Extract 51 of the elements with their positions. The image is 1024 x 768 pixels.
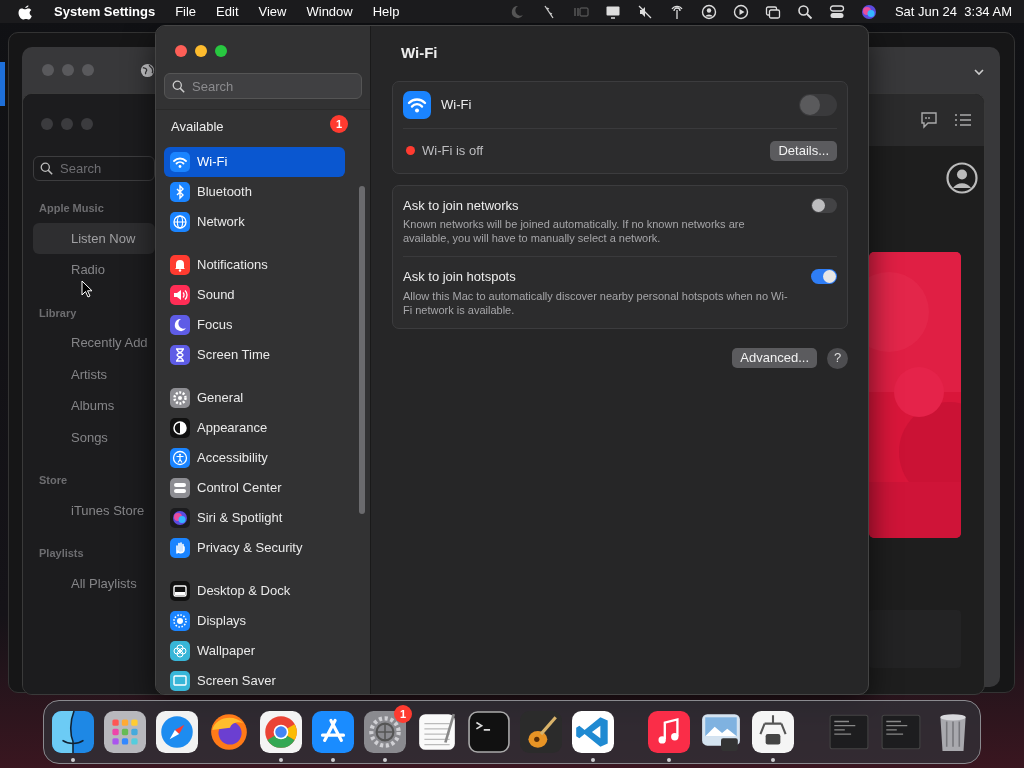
sidebar-item[interactable]: Radio [33, 254, 155, 286]
advanced-button[interactable]: Advanced... [732, 348, 817, 368]
menu-item[interactable]: File [165, 1, 207, 22]
app-menu[interactable]: System Settings [44, 1, 166, 22]
help-button[interactable]: ? [827, 347, 848, 369]
section-heading: Store [38, 473, 68, 488]
sidebar-item[interactable]: Focus [164, 310, 345, 340]
search-field[interactable]: Search [164, 73, 362, 99]
sidebar-item[interactable]: Wallpaper [164, 636, 345, 666]
update-notice[interactable]: Available [171, 117, 224, 137]
sidebar-item[interactable]: Privacy & Security [164, 533, 345, 563]
pane-title: Wi-Fi [401, 43, 439, 63]
sidebar-item[interactable]: Artists [33, 358, 155, 390]
sidebar-item[interactable]: Network [164, 207, 345, 237]
menu-item[interactable]: Edit [206, 1, 249, 22]
option-description: Allow this Mac to automatically discover nearby personal hotspots when no Wi-Fi network is available. [403, 288, 789, 317]
sidebar-item[interactable]: Control Center [164, 473, 345, 503]
menu-item[interactable]: View [248, 1, 297, 22]
sidebar-item[interactable]: All Playlists [33, 567, 155, 599]
sidebar-item[interactable]: Siri & Spotlight [164, 503, 345, 533]
sidebar-item[interactable]: Bluetooth [164, 177, 345, 207]
sidebar-item[interactable]: Displays [164, 606, 345, 636]
sidebar-item[interactable]: Sound [164, 280, 345, 310]
sidebar-item[interactable]: Wi-Fi [164, 147, 345, 177]
sidebar-item[interactable]: Accessibility [164, 443, 345, 473]
sidebar-item[interactable]: Listen Now [33, 222, 155, 254]
clock[interactable]: Sat Jun 24 3:34 AM [884, 1, 1014, 22]
sidebar-item[interactable]: Screen Time [164, 340, 345, 370]
sidebar-item[interactable]: General [164, 383, 345, 413]
sidebar-item[interactable]: Screen Saver [164, 666, 345, 694]
sidebar-item[interactable]: Recently Add [33, 327, 155, 359]
wifi-label: Wi-Fi [441, 95, 473, 114]
option-title: Ask to join networks [403, 196, 520, 215]
sidebar-item[interactable]: Albums [33, 390, 155, 422]
option-description: Known networks will be joined automatically. If no known networks are available, you will have to manually select a network. [403, 217, 746, 245]
section-heading: Library [38, 305, 77, 321]
search-field[interactable]: Search [33, 156, 155, 181]
details-button[interactable]: Details... [770, 140, 837, 161]
status-text: Wi-Fi is off [422, 141, 485, 160]
notification-badge: 1 [330, 115, 348, 133]
menu-item[interactable]: Window [296, 1, 363, 22]
notification-badge: 1 [394, 705, 412, 723]
sidebar-item[interactable]: Notifications [164, 250, 345, 280]
sidebar-item[interactable]: iTunes Store [33, 494, 155, 526]
menu-item[interactable]: Help [362, 1, 410, 22]
sidebar-item[interactable]: Songs [33, 421, 155, 453]
sidebar-item[interactable]: Appearance [164, 413, 345, 443]
sidebar-item[interactable]: Desktop & Dock [164, 576, 345, 606]
option-title: Ask to join hotspots [403, 268, 517, 286]
section-heading: Apple Music [38, 201, 104, 216]
section-heading: Playlists [38, 546, 84, 561]
